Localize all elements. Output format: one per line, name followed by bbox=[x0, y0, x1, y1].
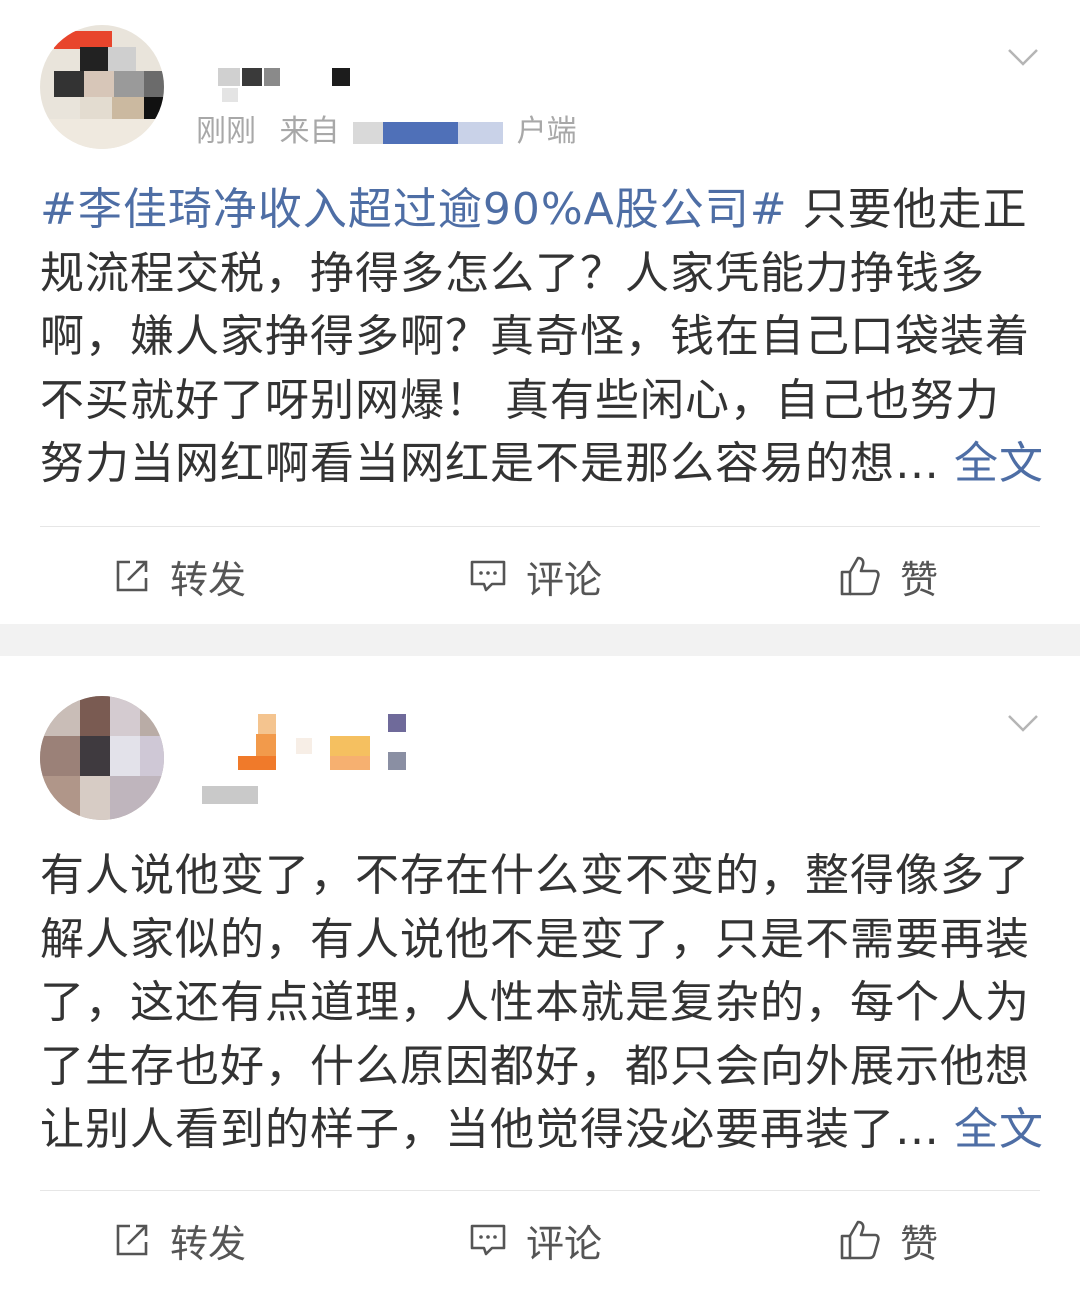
post-card: 刚刚 来自 户端 #李佳琦净收入超过逾90%A股公司# 只要他走正 规流程交税，… bbox=[0, 0, 1080, 624]
redacted-source bbox=[353, 121, 504, 144]
repost-icon bbox=[116, 1224, 148, 1256]
text-line: 规流程交税，挣得多怎么了？人家凭能力挣钱多 bbox=[40, 247, 985, 299]
expand-full-text-link[interactable]: 全文 bbox=[954, 1104, 1044, 1155]
repost-icon bbox=[116, 560, 148, 592]
comment-button[interactable]: 评论 bbox=[468, 1191, 602, 1289]
chevron-down-icon[interactable] bbox=[1006, 706, 1040, 740]
post-separator bbox=[0, 624, 1080, 656]
username[interactable] bbox=[200, 714, 420, 814]
action-bar: 转发 评论 赞 bbox=[40, 526, 1040, 625]
thumbs-up-icon bbox=[840, 556, 880, 596]
text-line: 啊，嫌人家挣得多啊？真奇怪，钱在自己口袋装着 bbox=[40, 311, 1030, 362]
text-line: 了，这还有点道理，人性本就是复杂的，每个人为 bbox=[40, 977, 1030, 1028]
text-segment: 努力当网红啊看当网红是不是那么容易的想… bbox=[40, 438, 940, 489]
like-label: 赞 bbox=[900, 1221, 939, 1266]
like-button[interactable]: 赞 bbox=[838, 527, 938, 625]
post-source-suffix: 户端 bbox=[516, 114, 577, 149]
post-text: #李佳琦净收入超过逾90%A股公司# 只要他走正 规流程交税，挣得多怎么了？人家… bbox=[40, 178, 1043, 496]
thumbs-up-icon bbox=[840, 1220, 880, 1260]
comment-label: 评论 bbox=[526, 557, 603, 602]
repost-button[interactable]: 转发 bbox=[112, 1191, 246, 1289]
like-button[interactable]: 赞 bbox=[838, 1191, 938, 1289]
avatar[interactable] bbox=[40, 696, 164, 820]
text-line: 了生存也好，什么原因都好，都只会向外展示他想 bbox=[40, 1040, 1030, 1092]
text-line: #李佳琦净收入超过逾90%A股公司# 只要他走正 bbox=[40, 178, 1040, 242]
text-line: 解人家似的，有人说他不是变了，只是不需要再装 bbox=[40, 913, 1030, 965]
action-bar: 转发 评论 赞 bbox=[40, 1190, 1040, 1289]
comment-icon bbox=[470, 1224, 506, 1256]
text-line: 让别人看到的样子，当他觉得没必要再装了… 全文 bbox=[40, 1098, 1043, 1162]
avatar[interactable] bbox=[40, 25, 164, 149]
text-line: 努力当网红啊看当网红是不是那么容易的想… 全文 bbox=[40, 432, 1043, 496]
repost-label: 转发 bbox=[170, 557, 247, 602]
post-meta: 刚刚 来自 户端 bbox=[196, 106, 577, 150]
username[interactable] bbox=[218, 64, 358, 104]
hashtag-link[interactable]: #李佳琦净收入超过逾90%A股公司# bbox=[40, 184, 788, 235]
post-text: 有人说他变了，不存在什么变不变的，整得像多了 解人家似的，有人说他不是变了，只是… bbox=[40, 844, 1043, 1162]
chevron-down-icon[interactable] bbox=[1006, 40, 1040, 74]
comment-icon bbox=[470, 560, 506, 592]
text-line: 不买就好了呀别网爆！ 真有些闲心，自己也努力 bbox=[40, 374, 1000, 426]
post-time: 刚刚 bbox=[196, 114, 256, 149]
post-source-prefix: 来自 bbox=[279, 114, 340, 149]
comment-label: 评论 bbox=[526, 1221, 603, 1266]
text-line: 有人说他变了，不存在什么变不变的，整得像多了 bbox=[40, 850, 1030, 901]
text-segment: 让别人看到的样子，当他觉得没必要再装了… bbox=[40, 1104, 940, 1155]
repost-button[interactable]: 转发 bbox=[112, 527, 246, 625]
comment-button[interactable]: 评论 bbox=[468, 527, 602, 625]
expand-full-text-link[interactable]: 全文 bbox=[954, 438, 1044, 489]
text-segment: 只要他走正 bbox=[787, 184, 1028, 235]
post-card: 有人说他变了，不存在什么变不变的，整得像多了 解人家似的，有人说他不是变了，只是… bbox=[0, 656, 1080, 1303]
like-label: 赞 bbox=[900, 557, 939, 602]
repost-label: 转发 bbox=[170, 1221, 247, 1266]
